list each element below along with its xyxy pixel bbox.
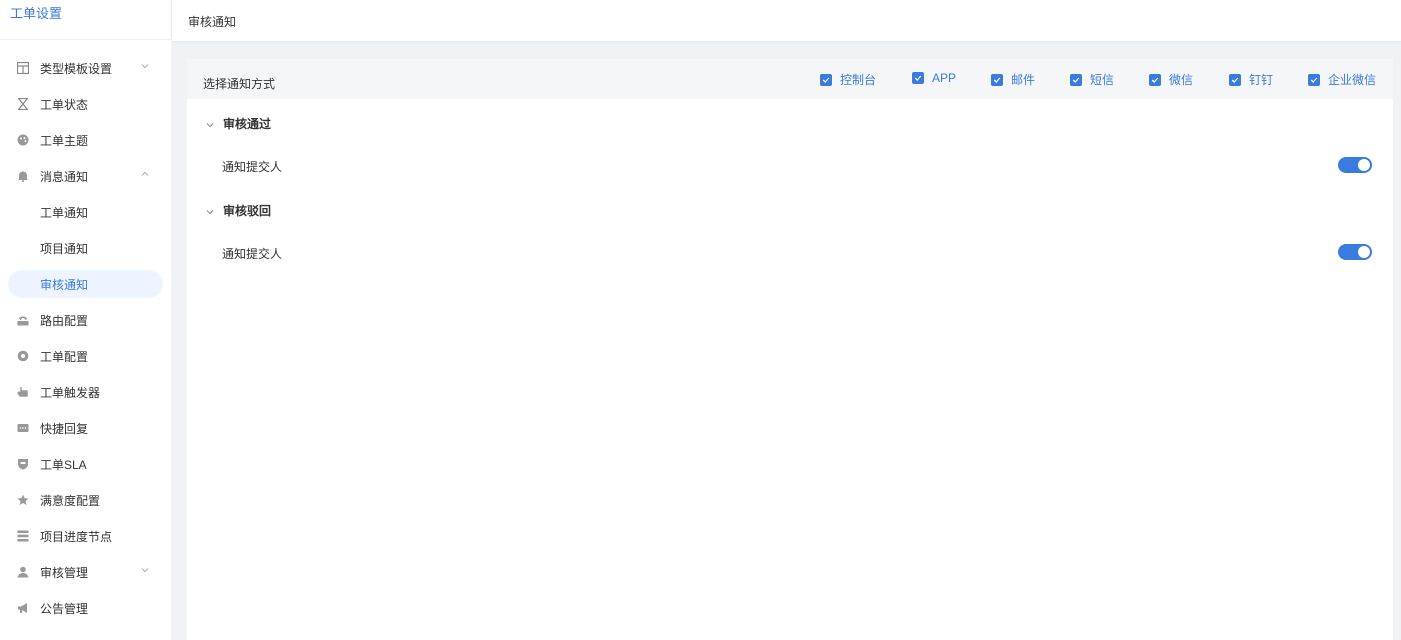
channel-label: 企业微信 — [1328, 73, 1377, 87]
chevron-down-icon — [140, 60, 154, 74]
channel-dingtalk-checkbox[interactable]: 钉钉 — [1229, 71, 1273, 88]
toggle-knob — [1358, 246, 1370, 258]
notify-submitter-toggle[interactable] — [1338, 244, 1372, 260]
bell-icon — [16, 169, 30, 183]
sidebar-item-label: 工单主题 — [40, 133, 89, 148]
sidebar-subitem-project-notify[interactable]: 项目通知 — [0, 230, 171, 266]
notify-submitter-label: 通知提交人 — [222, 160, 283, 174]
router-icon — [16, 313, 30, 327]
sidebar-item-label: 项目进度节点 — [40, 529, 113, 544]
sidebar-subitem-label: 项目通知 — [40, 241, 89, 256]
checkbox-checked-icon — [1308, 73, 1320, 86]
sidebar-subitem-ticket-notify[interactable]: 工单通知 — [0, 194, 171, 230]
sidebar-item-ticket-trigger[interactable]: 工单触发器 — [0, 374, 171, 410]
template-icon — [16, 61, 30, 75]
checkbox-checked-icon — [991, 73, 1003, 86]
checkbox-checked-icon — [1229, 73, 1241, 86]
channel-console-checkbox[interactable]: 控制台 — [820, 71, 876, 88]
chevron-up-icon — [140, 168, 154, 182]
sidebar-item-audit-management[interactable]: 审核管理 — [0, 554, 171, 590]
section-title: 审核通过 — [223, 117, 272, 131]
channel-label: 钉钉 — [1249, 73, 1274, 87]
sidebar-item-label: 公告管理 — [40, 601, 89, 616]
sidebar-item-label: 工单状态 — [40, 97, 89, 112]
sidebar: 工单设置 类型模板设置 工单状态 工单主题 消息通知 工单通知 项目通知 审核通… — [0, 0, 171, 640]
notify-submitter-label: 通知提交人 — [222, 247, 283, 261]
chevron-down-icon — [205, 206, 215, 216]
toggle-knob — [1358, 159, 1370, 171]
checkbox-checked-icon — [1070, 73, 1082, 86]
channel-label: 短信 — [1090, 73, 1115, 87]
hourglass-icon — [16, 97, 30, 111]
channel-email-checkbox[interactable]: 邮件 — [991, 71, 1035, 88]
shield-icon — [16, 457, 30, 471]
sidebar-item-progress-nodes[interactable]: 项目进度节点 — [0, 518, 171, 554]
sidebar-item-message-notify[interactable]: 消息通知 — [0, 158, 171, 194]
channel-sms-checkbox[interactable]: 短信 — [1070, 71, 1114, 88]
channel-label: 邮件 — [1011, 73, 1036, 87]
checkbox-checked-icon — [820, 73, 832, 86]
sidebar-item-label: 满意度配置 — [40, 493, 101, 508]
channel-label: 微信 — [1169, 73, 1194, 87]
chevron-down-icon — [205, 119, 215, 129]
sidebar-subitem-label: 工单通知 — [40, 205, 89, 220]
channel-app-checkbox[interactable]: APP — [912, 71, 956, 85]
chat-icon — [16, 421, 30, 435]
checkbox-checked-icon — [912, 72, 924, 84]
notify-method-header: 选择通知方式 控制台 APP 邮件 短信 微信 钉钉 企业微信 — [187, 59, 1393, 99]
sidebar-item-label: 工单SLA — [40, 457, 87, 472]
notify-method-label: 选择通知方式 — [203, 77, 276, 91]
sidebar-item-label: 审核管理 — [40, 565, 89, 580]
sidebar-item-routing[interactable]: 路由配置 — [0, 302, 171, 338]
section-rejected-header[interactable]: 审核驳回 — [205, 202, 271, 219]
checkbox-checked-icon — [1149, 73, 1161, 86]
section-approved-header[interactable]: 审核通过 — [205, 115, 271, 132]
sidebar-item-type-template[interactable]: 类型模板设置 — [0, 50, 171, 86]
channel-label: 控制台 — [840, 73, 877, 87]
sidebar-item-announcement[interactable]: 公告管理 — [0, 590, 171, 626]
hand-icon — [16, 385, 30, 399]
sidebar-subitem-audit-notify[interactable]: 审核通知 — [8, 270, 163, 298]
sidebar-item-ticket-sla[interactable]: 工单SLA — [0, 446, 171, 482]
sidebar-item-label: 路由配置 — [40, 313, 89, 328]
sidebar-item-ticket-config[interactable]: 工单配置 — [0, 338, 171, 374]
sidebar-subitem-label: 审核通知 — [40, 277, 89, 292]
sidebar-item-label: 工单配置 — [40, 349, 89, 364]
notify-submitter-toggle[interactable] — [1338, 157, 1372, 173]
sidebar-item-label: 快捷回复 — [40, 421, 89, 436]
megaphone-icon — [16, 601, 30, 615]
star-icon — [16, 493, 30, 507]
sidebar-item-label: 消息通知 — [40, 169, 89, 184]
palette-icon — [16, 133, 30, 147]
chevron-down-icon — [140, 564, 154, 578]
user-icon — [16, 565, 30, 579]
sidebar-item-ticket-status[interactable]: 工单状态 — [0, 86, 171, 122]
top-bar: 审核通知 — [172, 0, 1401, 41]
notify-panel: 选择通知方式 控制台 APP 邮件 短信 微信 钉钉 企业微信 审核通过 通知提… — [187, 59, 1393, 640]
sidebar-menu: 类型模板设置 工单状态 工单主题 消息通知 工单通知 项目通知 审核通知 路由配… — [0, 40, 171, 626]
channel-label: APP — [932, 71, 957, 85]
channel-wechat-checkbox[interactable]: 微信 — [1149, 71, 1193, 88]
gear-icon — [16, 349, 30, 363]
list-icon — [16, 529, 30, 543]
tab-audit-notify[interactable]: 审核通知 — [188, 13, 236, 30]
channel-wecom-checkbox[interactable]: 企业微信 — [1308, 71, 1376, 88]
sidebar-item-quick-reply[interactable]: 快捷回复 — [0, 410, 171, 446]
sidebar-item-ticket-theme[interactable]: 工单主题 — [0, 122, 171, 158]
sidebar-title: 工单设置 — [0, 0, 171, 40]
sidebar-item-label: 工单触发器 — [40, 385, 101, 400]
section-title: 审核驳回 — [223, 204, 272, 218]
sidebar-item-label: 类型模板设置 — [40, 61, 113, 76]
sidebar-item-satisfaction[interactable]: 满意度配置 — [0, 482, 171, 518]
